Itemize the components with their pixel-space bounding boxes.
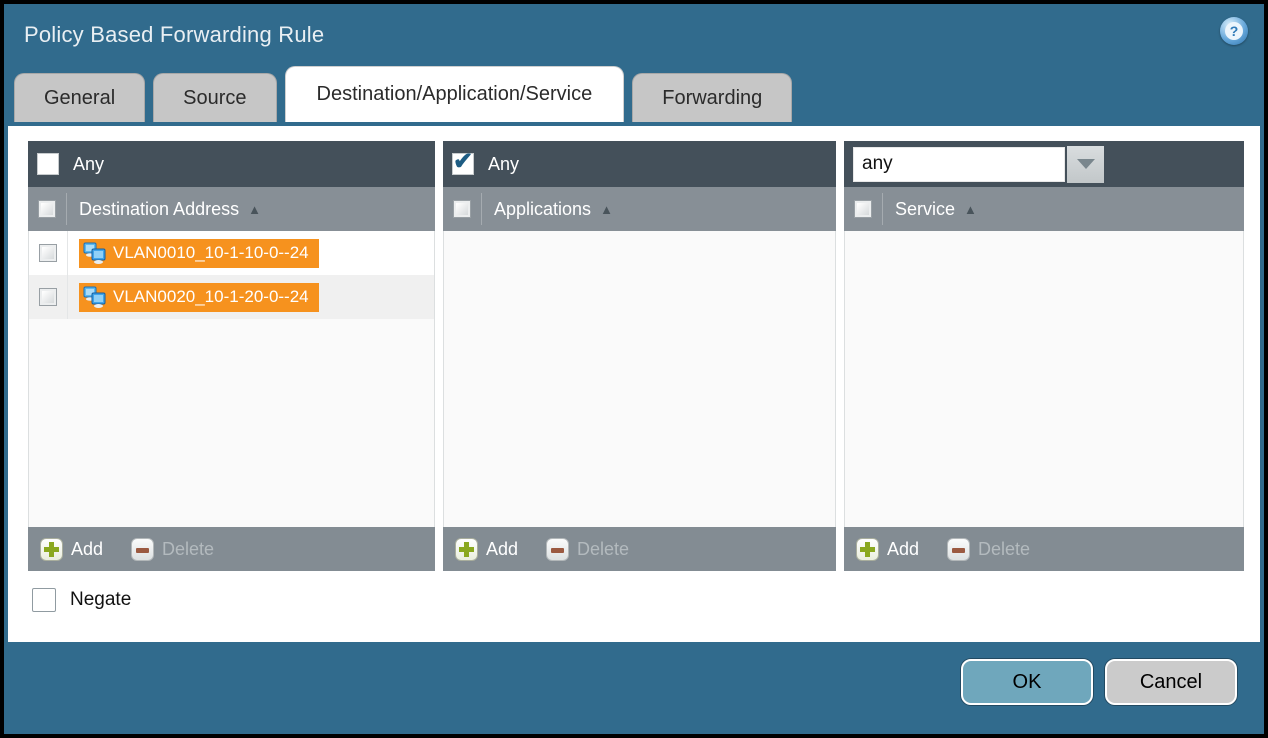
columns-container: Any Destination Address ▲ xyxy=(8,126,1260,571)
negate-row: Negate xyxy=(32,588,1260,612)
applications-any-label: Any xyxy=(488,154,519,175)
delete-minus-icon xyxy=(546,538,569,561)
chevron-down-icon xyxy=(1077,159,1095,169)
service-header-label: Service xyxy=(895,199,955,220)
add-label: Add xyxy=(887,539,919,560)
delete-label: Delete xyxy=(978,539,1030,560)
delete-minus-icon xyxy=(947,538,970,561)
applications-footer-bar: Add Delete xyxy=(443,527,836,571)
address-label: VLAN0010_10-1-10-0--24 xyxy=(113,243,309,263)
tab-destination-application-service[interactable]: Destination/Application/Service xyxy=(285,66,625,122)
delete-label: Delete xyxy=(577,539,629,560)
applications-column: Any Applications ▲ Add xyxy=(443,141,836,571)
cancel-button[interactable]: Cancel xyxy=(1105,659,1237,705)
policy-based-forwarding-dialog: Policy Based Forwarding Rule ? General S… xyxy=(0,0,1268,738)
destination-column-header[interactable]: Destination Address ▲ xyxy=(28,187,435,231)
service-list xyxy=(844,231,1244,527)
applications-any-checkbox[interactable] xyxy=(452,153,474,175)
sort-ascending-icon[interactable]: ▲ xyxy=(600,202,613,217)
delete-application-button[interactable]: Delete xyxy=(546,538,629,561)
destination-any-label: Any xyxy=(73,154,104,175)
address-item[interactable]: VLAN0020_10-1-20-0--24 xyxy=(79,283,319,312)
destination-footer-bar: Add Delete xyxy=(28,527,435,571)
destination-address-column: Any Destination Address ▲ xyxy=(28,141,435,571)
help-icon[interactable]: ? xyxy=(1220,17,1248,45)
service-dropdown-input[interactable] xyxy=(853,147,1065,182)
delete-label: Delete xyxy=(162,539,214,560)
service-dropdown-bar xyxy=(844,141,1244,187)
applications-list xyxy=(443,231,836,527)
add-label: Add xyxy=(71,539,103,560)
tab-content-panel: Any Destination Address ▲ xyxy=(8,126,1260,642)
add-plus-icon xyxy=(856,538,879,561)
add-plus-icon xyxy=(455,538,478,561)
destination-address-list: VLAN0010_10-1-10-0--24 VLAN0020_10-1-20-… xyxy=(28,231,435,527)
row-checkbox[interactable] xyxy=(39,288,57,306)
address-label: VLAN0020_10-1-20-0--24 xyxy=(113,287,309,307)
add-service-button[interactable]: Add xyxy=(856,538,919,561)
delete-service-button[interactable]: Delete xyxy=(947,538,1030,561)
dialog-footer: OK Cancel xyxy=(8,634,1260,730)
help-question-mark: ? xyxy=(1225,22,1243,40)
delete-minus-icon xyxy=(131,538,154,561)
tab-source[interactable]: Source xyxy=(153,73,276,122)
add-plus-icon xyxy=(40,538,63,561)
tab-general[interactable]: General xyxy=(14,73,145,122)
service-column: Service ▲ Add Delete xyxy=(844,141,1244,571)
table-row[interactable]: VLAN0010_10-1-10-0--24 xyxy=(29,231,434,275)
service-column-header[interactable]: Service ▲ xyxy=(844,187,1244,231)
destination-header-label: Destination Address xyxy=(79,199,239,220)
add-address-button[interactable]: Add xyxy=(40,538,103,561)
tab-forwarding[interactable]: Forwarding xyxy=(632,73,792,122)
header-divider xyxy=(481,193,482,225)
destination-selectall-checkbox[interactable] xyxy=(38,200,56,218)
row-checkbox[interactable] xyxy=(39,244,57,262)
table-row[interactable]: VLAN0020_10-1-20-0--24 xyxy=(29,275,434,319)
service-dropdown-button[interactable] xyxy=(1067,146,1104,183)
address-item[interactable]: VLAN0010_10-1-10-0--24 xyxy=(79,239,319,268)
dialog-titlebar: Policy Based Forwarding Rule ? xyxy=(4,4,1264,66)
ok-button[interactable]: OK xyxy=(961,659,1093,705)
applications-selectall-checkbox[interactable] xyxy=(453,200,471,218)
header-divider xyxy=(66,193,67,225)
delete-address-button[interactable]: Delete xyxy=(131,538,214,561)
applications-column-header[interactable]: Applications ▲ xyxy=(443,187,836,231)
network-address-icon xyxy=(82,285,107,309)
applications-header-label: Applications xyxy=(494,199,591,220)
destination-any-checkbox[interactable] xyxy=(37,153,59,175)
add-label: Add xyxy=(486,539,518,560)
negate-checkbox[interactable] xyxy=(32,588,56,612)
tab-bar: General Source Destination/Application/S… xyxy=(4,66,1264,122)
add-application-button[interactable]: Add xyxy=(455,538,518,561)
header-divider xyxy=(882,193,883,225)
network-address-icon xyxy=(82,241,107,265)
service-footer-bar: Add Delete xyxy=(844,527,1244,571)
destination-any-bar: Any xyxy=(28,141,435,187)
applications-any-bar: Any xyxy=(443,141,836,187)
negate-label: Negate xyxy=(70,589,131,611)
sort-ascending-icon[interactable]: ▲ xyxy=(248,202,261,217)
sort-ascending-icon[interactable]: ▲ xyxy=(964,202,977,217)
service-selectall-checkbox[interactable] xyxy=(854,200,872,218)
dialog-title: Policy Based Forwarding Rule xyxy=(24,22,324,48)
